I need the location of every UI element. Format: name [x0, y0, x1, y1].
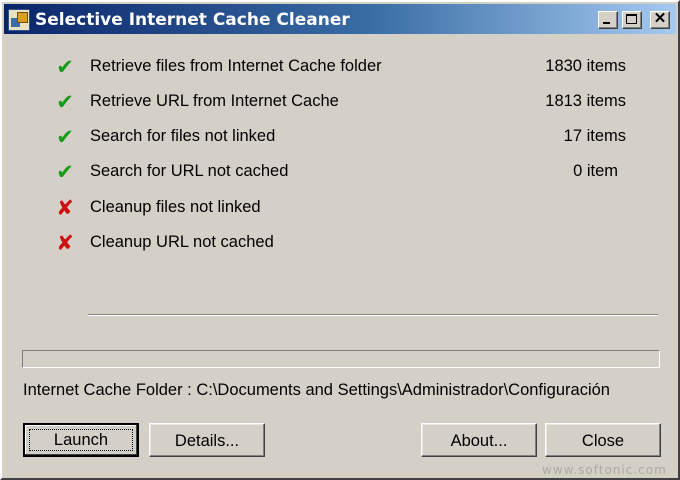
cross-icon: ✘ [56, 196, 74, 220]
task-label: Retrieve files from Internet Cache folde… [90, 57, 382, 75]
check-icon: ✔ [56, 160, 74, 184]
task-row: ✔ Retrieve files from Internet Cache fol… [2, 54, 678, 82]
watermark: www.softonic.com [542, 463, 667, 477]
task-count: 0 item [573, 162, 618, 180]
minimize-button[interactable] [598, 11, 618, 29]
task-row: ✘ Cleanup files not linked [2, 195, 678, 223]
task-row: ✔ Search for URL not cached 0 item [2, 159, 678, 187]
minimize-icon [603, 22, 610, 24]
separator-line [88, 314, 658, 316]
task-label: Search for URL not cached [90, 162, 289, 180]
launch-button-label: Launch [53, 431, 109, 449]
details-button-label: Details... [174, 432, 240, 450]
task-label: Retrieve URL from Internet Cache [90, 92, 339, 110]
close-window-button[interactable]: ✕ [650, 10, 670, 29]
task-row: ✘ Cleanup URL not cached [2, 230, 678, 258]
launch-button[interactable]: Launch [23, 423, 139, 457]
app-window: Selective Internet Cache Cleaner ✕ ✔ Ret… [0, 0, 680, 480]
task-count: 1830 items [545, 57, 626, 75]
cross-icon: ✘ [56, 231, 74, 255]
about-button[interactable]: About... [421, 423, 537, 457]
task-label: Search for files not linked [90, 127, 276, 145]
task-count: 17 items [563, 127, 626, 145]
task-label: Cleanup URL not cached [90, 233, 274, 251]
task-row: ✔ Retrieve URL from Internet Cache 1813 … [2, 89, 678, 117]
close-icon: ✕ [653, 10, 667, 27]
window-title: Selective Internet Cache Cleaner [35, 10, 350, 30]
cache-folder-path: Internet Cache Folder : C:\Documents and… [23, 381, 610, 399]
task-count: 1813 items [545, 92, 626, 110]
title-bar[interactable]: Selective Internet Cache Cleaner ✕ [4, 4, 676, 34]
about-button-label: About... [450, 432, 508, 450]
check-icon: ✔ [56, 90, 74, 114]
close-button[interactable]: Close [545, 423, 661, 457]
task-row: ✔ Search for files not linked 17 items [2, 124, 678, 152]
task-label: Cleanup files not linked [90, 198, 261, 216]
maximize-button[interactable] [622, 11, 642, 29]
app-icon[interactable] [8, 9, 30, 31]
close-button-label: Close [581, 432, 625, 450]
details-button[interactable]: Details... [149, 423, 265, 457]
maximize-icon [626, 14, 637, 24]
check-icon: ✔ [56, 125, 74, 149]
progress-bar [22, 350, 660, 368]
check-icon: ✔ [56, 55, 74, 79]
